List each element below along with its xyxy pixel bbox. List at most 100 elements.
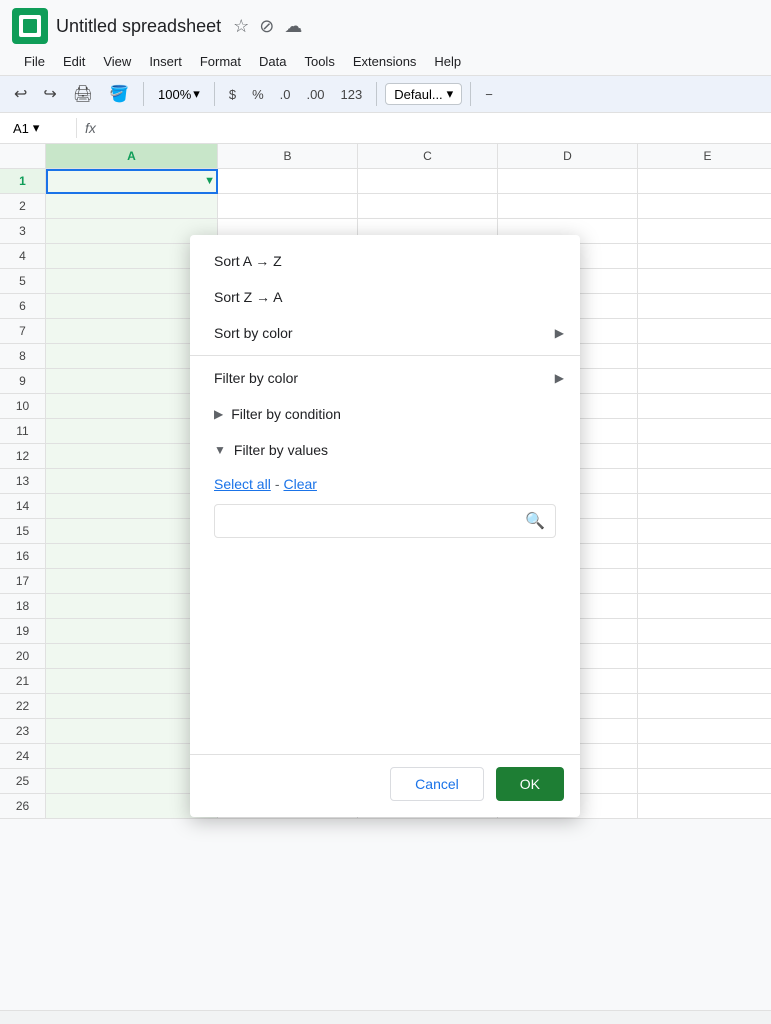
select-all-link[interactable]: Select all bbox=[214, 476, 271, 492]
col-header-d[interactable]: D bbox=[498, 144, 638, 169]
cell-e4[interactable] bbox=[638, 244, 771, 269]
menu-data[interactable]: Data bbox=[251, 50, 294, 73]
formula-bar: A1 ▾ fx bbox=[0, 113, 771, 144]
toolbar-divider-1 bbox=[143, 82, 144, 106]
menu-file[interactable]: File bbox=[16, 50, 53, 73]
cloud-icon[interactable]: ☁ bbox=[284, 16, 302, 37]
bottom-scrollbar[interactable] bbox=[0, 1010, 771, 1024]
cell-e19[interactable] bbox=[638, 619, 771, 644]
cell-e14[interactable] bbox=[638, 494, 771, 519]
decimal-inc[interactable]: .00 bbox=[300, 85, 330, 104]
row-number-24: 24 bbox=[0, 744, 46, 769]
row-number-2: 2 bbox=[0, 194, 46, 219]
sort-by-color-arrow: ▶ bbox=[555, 326, 564, 340]
cell-e10[interactable] bbox=[638, 394, 771, 419]
redo-button[interactable]: ↪ bbox=[37, 80, 62, 108]
cell-a2[interactable] bbox=[46, 194, 218, 219]
cell-e12[interactable] bbox=[638, 444, 771, 469]
undo-button[interactable]: ↩ bbox=[8, 80, 33, 108]
row-number-13: 13 bbox=[0, 469, 46, 494]
menu-insert[interactable]: Insert bbox=[141, 50, 190, 73]
filter-values-section: Select all - Clear 🔍 bbox=[190, 468, 580, 546]
currency-symbol[interactable]: $ bbox=[223, 85, 242, 104]
cell-c1[interactable] bbox=[358, 169, 498, 194]
sort-by-color-item[interactable]: Sort by color ▶ bbox=[190, 315, 580, 351]
row-number-10: 10 bbox=[0, 394, 46, 419]
folder-icon[interactable]: ⊘ bbox=[259, 16, 274, 37]
print-button[interactable]: 🖨 bbox=[67, 80, 99, 108]
cell-e5[interactable] bbox=[638, 269, 771, 294]
cell-e24[interactable] bbox=[638, 744, 771, 769]
ok-button[interactable]: OK bbox=[496, 767, 564, 801]
row-number-18: 18 bbox=[0, 594, 46, 619]
font-selector[interactable]: Defaul... ▾ bbox=[385, 83, 462, 105]
number-format[interactable]: 123 bbox=[335, 85, 369, 104]
cell-d1[interactable] bbox=[498, 169, 638, 194]
col-header-e[interactable]: E bbox=[638, 144, 771, 169]
filter-by-color-item[interactable]: Filter by color ▶ bbox=[190, 360, 580, 396]
cell-c2[interactable] bbox=[358, 194, 498, 219]
decimal-dec[interactable]: .0 bbox=[274, 85, 297, 104]
menu-help[interactable]: Help bbox=[426, 50, 469, 73]
star-icon[interactable]: ☆ bbox=[233, 16, 249, 37]
search-box: 🔍 bbox=[214, 504, 556, 538]
percent-symbol[interactable]: % bbox=[246, 85, 270, 104]
row-number-9: 9 bbox=[0, 369, 46, 394]
cell-b2[interactable] bbox=[218, 194, 358, 219]
cell-e8[interactable] bbox=[638, 344, 771, 369]
menu-extensions[interactable]: Extensions bbox=[345, 50, 425, 73]
menu-tools[interactable]: Tools bbox=[296, 50, 342, 73]
filter-by-condition-item[interactable]: ▶ Filter by condition bbox=[190, 396, 580, 432]
cell-b1[interactable] bbox=[218, 169, 358, 194]
cell-e1[interactable] bbox=[638, 169, 771, 194]
cell-e11[interactable] bbox=[638, 419, 771, 444]
cell-e17[interactable] bbox=[638, 569, 771, 594]
filter-items-list bbox=[190, 546, 580, 746]
title-bar: Untitled spreadsheet ☆ ⊘ ☁ bbox=[0, 0, 771, 48]
cell-e16[interactable] bbox=[638, 544, 771, 569]
cell-e18[interactable] bbox=[638, 594, 771, 619]
cancel-button[interactable]: Cancel bbox=[390, 767, 484, 801]
cell-e26[interactable] bbox=[638, 794, 771, 819]
cell-a1[interactable]: ▼ bbox=[46, 169, 218, 194]
zoom-selector[interactable]: 100% ▾ bbox=[152, 84, 206, 104]
paint-format-button[interactable]: 🪣 bbox=[103, 80, 135, 108]
cell-e23[interactable] bbox=[638, 719, 771, 744]
cell-e22[interactable] bbox=[638, 694, 771, 719]
cell-e20[interactable] bbox=[638, 644, 771, 669]
col-header-c[interactable]: C bbox=[358, 144, 498, 169]
cell-reference[interactable]: A1 ▾ bbox=[8, 117, 68, 139]
sort-za-item[interactable]: Sort Z → A bbox=[190, 279, 580, 315]
cell-e9[interactable] bbox=[638, 369, 771, 394]
sort-az-item[interactable]: Sort A → Z bbox=[190, 243, 580, 279]
app-icon bbox=[12, 8, 48, 44]
filter-by-values-item[interactable]: ▼ Filter by values bbox=[190, 432, 580, 468]
font-name: Defaul... bbox=[394, 87, 442, 102]
menu-edit[interactable]: Edit bbox=[55, 50, 93, 73]
clear-link[interactable]: Clear bbox=[283, 476, 316, 492]
row-number-11: 11 bbox=[0, 419, 46, 444]
filter-search-input[interactable] bbox=[225, 514, 525, 529]
cell-e25[interactable] bbox=[638, 769, 771, 794]
cell-e21[interactable] bbox=[638, 669, 771, 694]
menu-format[interactable]: Format bbox=[192, 50, 249, 73]
grid-row-1: 1 ▼ bbox=[0, 169, 771, 194]
row-number-19: 19 bbox=[0, 619, 46, 644]
cell-e13[interactable] bbox=[638, 469, 771, 494]
cell-d2[interactable] bbox=[498, 194, 638, 219]
cell-e2[interactable] bbox=[638, 194, 771, 219]
cell-e7[interactable] bbox=[638, 319, 771, 344]
search-icon: 🔍 bbox=[525, 511, 545, 531]
minus-button[interactable]: − bbox=[479, 85, 499, 104]
filter-by-color-label: Filter by color bbox=[214, 370, 298, 386]
col-header-a[interactable]: A bbox=[46, 144, 218, 169]
menu-view[interactable]: View bbox=[95, 50, 139, 73]
col-header-b[interactable]: B bbox=[218, 144, 358, 169]
cell-e6[interactable] bbox=[638, 294, 771, 319]
toolbar-divider-4 bbox=[470, 82, 471, 106]
cell-e15[interactable] bbox=[638, 519, 771, 544]
formula-input[interactable] bbox=[104, 121, 763, 136]
row-number-15: 15 bbox=[0, 519, 46, 544]
cell-e3[interactable] bbox=[638, 219, 771, 244]
corner-cell bbox=[0, 144, 46, 169]
